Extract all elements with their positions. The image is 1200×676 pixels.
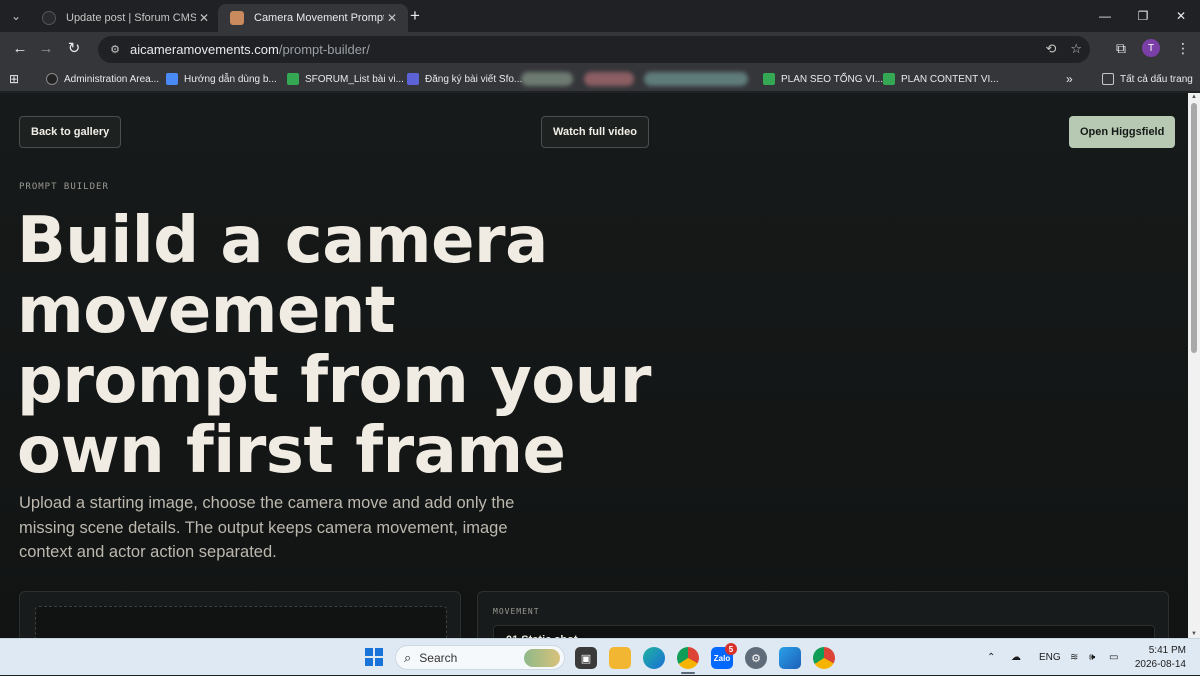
site-info-icon[interactable]: ⚙ [108, 43, 122, 57]
scroll-down-arrow-icon[interactable]: ▼ [1190, 631, 1198, 637]
bookmark-administration[interactable]: Administration Area... [46, 71, 159, 87]
battery-icon[interactable]: ▭ [1109, 639, 1118, 676]
page-viewport: Back to gallery Watch full video Open Hi… [0, 93, 1188, 638]
settings-gear-icon[interactable]: ⚙ [745, 647, 767, 669]
bookmark-sforum-list[interactable]: SFORUM_List bài vi... [287, 71, 404, 87]
tray-overflow-chevron-icon[interactable]: ⌃ [987, 639, 995, 676]
close-window-icon[interactable]: ✕ [1162, 0, 1200, 32]
tab-title: Camera Movement Prompt Buil [254, 12, 384, 24]
tab-strip: ⌄ Update post | Sforum CMS ✕ Camera Move… [0, 0, 1200, 32]
movement-select[interactable]: 01 Static shot [493, 625, 1155, 638]
docs-icon [166, 73, 178, 85]
browser-toolbar: ← → ↻ ⚙ aicameramovements.com/prompt-bui… [0, 32, 1200, 66]
volume-icon[interactable]: 🕪 [1089, 639, 1095, 676]
bookmark-huong-dan[interactable]: Hướng dẫn dùng b... [166, 71, 277, 87]
form-icon [407, 73, 419, 85]
windows-start-icon[interactable] [365, 648, 383, 666]
extensions-icon[interactable]: ⧉ [1116, 40, 1126, 57]
close-tab-icon[interactable]: ✕ [384, 11, 400, 25]
onedrive-cloud-icon[interactable]: ☁ [1011, 639, 1021, 676]
bookmarks-bar: ⊞ Administration Area... Hướng dẫn dùng … [0, 66, 1200, 92]
scrollbar-thumb[interactable] [1191, 103, 1197, 353]
window-controls: — ❐ ✕ [1086, 0, 1200, 32]
omnibox-actions: ⟲ ☆ [1045, 41, 1082, 57]
blurred-bookmark[interactable] [521, 72, 573, 86]
bookmark-plan-content[interactable]: PLAN CONTENT VI... [883, 71, 999, 87]
tab-sforum-cms[interactable]: Update post | Sforum CMS ✕ [30, 4, 220, 32]
watch-full-video-button[interactable]: Watch full video [541, 116, 649, 148]
chrome-icon[interactable] [677, 647, 699, 669]
movement-card: MOVEMENT 01 Static shot [477, 591, 1169, 638]
tab-camera-movement[interactable]: Camera Movement Prompt Buil ✕ [218, 4, 408, 32]
forward-arrow-icon[interactable]: → [36, 39, 56, 59]
active-app-indicator [681, 672, 695, 674]
sheet-icon [883, 73, 895, 85]
reload-icon[interactable]: ↻ [64, 39, 84, 59]
open-higgsfield-button[interactable]: Open Higgsfield [1069, 116, 1176, 148]
restore-icon[interactable]: ❐ [1124, 0, 1162, 32]
search-highlight-icon [524, 649, 560, 667]
tab-search-chevron-icon[interactable]: ⌄ [6, 6, 26, 26]
apps-grid-icon[interactable]: ⊞ [9, 71, 19, 87]
bookmark-plan-seo[interactable]: PLAN SEO TỔNG VI... [763, 71, 883, 87]
blurred-bookmark[interactable] [644, 72, 748, 86]
lead-paragraph: Upload a starting image, choose the came… [19, 494, 515, 561]
all-bookmarks[interactable]: Tất cả dấu trang [1102, 71, 1193, 87]
image-upload-card [19, 591, 461, 638]
bookmark-dang-ky[interactable]: Đăng ký bài viết Sfo... [407, 71, 522, 87]
wifi-icon[interactable]: ≋ [1070, 639, 1078, 676]
edge-icon[interactable] [643, 647, 665, 669]
file-explorer-icon[interactable] [609, 647, 631, 669]
hero-heading: Build a camera movement prompt from your… [17, 204, 651, 488]
back-arrow-icon[interactable]: ← [10, 39, 30, 59]
sheet-icon [763, 73, 775, 85]
taskbar-search[interactable]: ⌕ Search [395, 645, 565, 670]
bookmark-star-icon[interactable]: ☆ [1070, 41, 1082, 57]
sheet-icon [287, 73, 299, 85]
section-eyebrow: PROMPT BUILDER [19, 182, 109, 192]
more-bookmarks-chevron-icon[interactable]: » [1066, 71, 1073, 87]
system-clock[interactable]: 5:41 PM 2026-08-14 [1135, 644, 1186, 672]
sforum-favicon-icon [42, 11, 56, 25]
profile-avatar[interactable]: T [1142, 39, 1160, 57]
new-tab-button[interactable]: + [405, 6, 425, 26]
github-icon [46, 73, 58, 85]
scroll-up-arrow-icon[interactable]: ▲ [1190, 94, 1198, 100]
image-dropzone[interactable] [35, 606, 447, 638]
folder-icon [1102, 73, 1114, 85]
notification-badge: 5 [725, 643, 737, 655]
zalo-icon[interactable]: Zalo 5 [711, 643, 737, 669]
page-scrollbar[interactable]: ▲ ▼ [1188, 93, 1200, 638]
chrome-profile-icon[interactable] [813, 647, 835, 669]
menu-kebab-icon[interactable]: ⋮ [1176, 40, 1190, 57]
taskbar: ⌕ Search ▣ Zalo 5 ⚙ ⌃ ☁ ENG ≋ 🕪 ▭ 5:41 P… [0, 638, 1200, 675]
task-view-icon[interactable]: ▣ [575, 647, 597, 669]
minimize-icon[interactable]: — [1086, 0, 1124, 32]
translate-icon[interactable]: ⟲ [1045, 41, 1056, 57]
camera-favicon-icon [230, 11, 244, 25]
back-to-gallery-button[interactable]: Back to gallery [19, 116, 122, 148]
toolbar-right: ⧉ T ⋮ [1116, 39, 1190, 57]
movement-label: MOVEMENT [493, 607, 540, 616]
address-bar[interactable]: ⚙ aicameramovements.com/prompt-builder/ … [98, 36, 1090, 63]
url-text: aicameramovements.com/prompt-builder/ [130, 42, 370, 57]
language-indicator[interactable]: ENG [1039, 639, 1061, 676]
tab-title: Update post | Sforum CMS [66, 12, 196, 24]
blurred-bookmark[interactable] [584, 72, 634, 86]
search-icon: ⌕ [404, 649, 412, 665]
paper-plane-app-icon[interactable] [779, 647, 801, 669]
close-tab-icon[interactable]: ✕ [196, 11, 212, 25]
